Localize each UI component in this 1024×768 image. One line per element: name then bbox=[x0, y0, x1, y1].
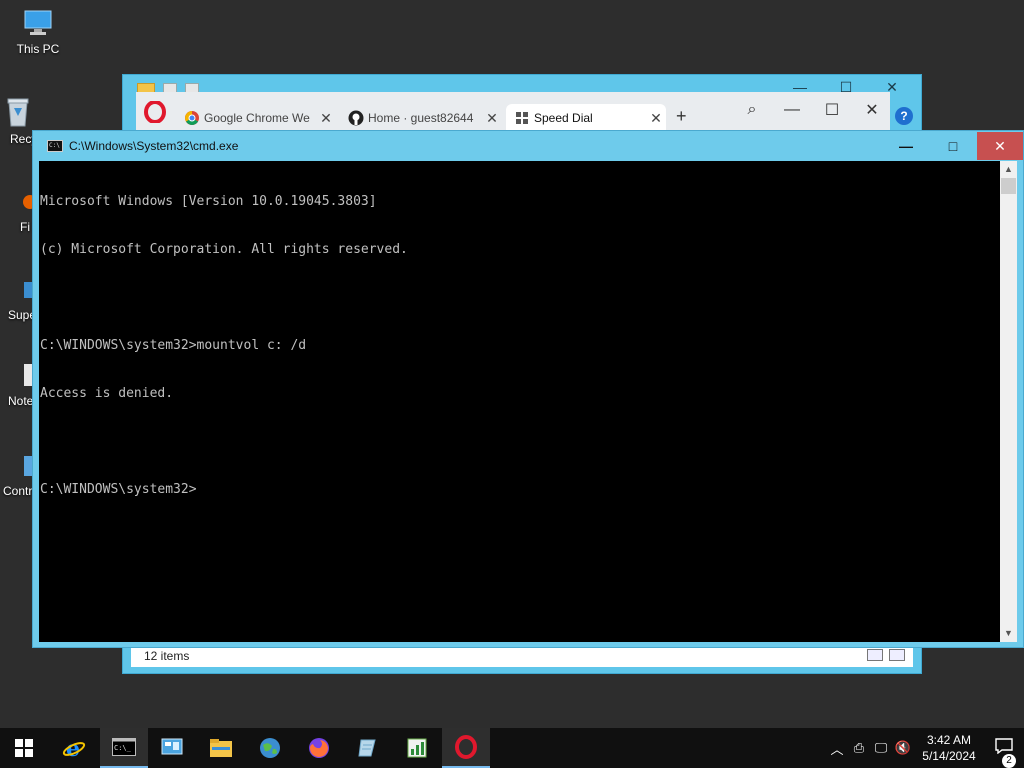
close-icon[interactable]: ✕ bbox=[862, 100, 882, 120]
minimize-icon[interactable]: — bbox=[782, 101, 802, 119]
volume-muted-icon[interactable]: 🔇 bbox=[892, 740, 914, 756]
item-count: 12 items bbox=[144, 649, 190, 663]
console-output[interactable]: Microsoft Windows [Version 10.0.19045.38… bbox=[39, 161, 1000, 642]
notepad-app-icon bbox=[358, 739, 376, 757]
svg-text:C:\_: C:\_ bbox=[114, 744, 132, 752]
clock-time: 3:42 AM bbox=[926, 733, 972, 747]
tab-github-home[interactable]: Home · guest82644 ✕ bbox=[340, 104, 502, 132]
system-tray: ︿ ⎙ 🖵 🔇 3:42 AM 5/14/2024 2 bbox=[826, 728, 1024, 768]
clock[interactable]: 3:42 AM 5/14/2024 bbox=[914, 732, 984, 764]
opera-window-controls: ⌕ — ☐ ✕ bbox=[742, 100, 882, 120]
notification-count-badge: 2 bbox=[1002, 753, 1016, 768]
taskbar-control-panel[interactable] bbox=[148, 728, 196, 768]
vertical-scrollbar[interactable]: ▲ ▼ bbox=[1000, 161, 1017, 642]
minimize-button[interactable]: — bbox=[883, 132, 929, 160]
clock-date: 5/14/2024 bbox=[922, 749, 976, 763]
console-prompt-line[interactable]: C:\WINDOWS\system32> bbox=[40, 482, 1000, 498]
tab-close-icon[interactable]: ✕ bbox=[646, 110, 666, 127]
tab-label: Home · guest82644 bbox=[368, 111, 474, 125]
taskbar-chart-app[interactable] bbox=[393, 728, 441, 768]
cmd-window-icon[interactable] bbox=[47, 140, 63, 152]
tab-close-icon[interactable]: ✕ bbox=[316, 110, 336, 127]
notification-icon bbox=[995, 737, 1013, 754]
tab-google-chrome[interactable]: Google Chrome We ✕ bbox=[176, 104, 336, 132]
start-windows-icon bbox=[15, 739, 33, 757]
tab-speed-dial[interactable]: Speed Dial ✕ bbox=[506, 104, 666, 132]
search-tabs-icon[interactable]: ⌕ bbox=[742, 101, 762, 119]
meet-now-icon[interactable]: ⎙ bbox=[848, 740, 870, 756]
command-prompt-window[interactable]: C:\Windows\System32\cmd.exe — □ ✕ Micros… bbox=[32, 130, 1024, 648]
show-hidden-icons-chevron-icon[interactable]: ︿ bbox=[826, 739, 848, 758]
opera-icon bbox=[455, 735, 477, 759]
chrome-icon bbox=[185, 111, 199, 125]
new-tab-button[interactable]: + bbox=[676, 106, 687, 127]
tab-close-icon[interactable]: ✕ bbox=[482, 110, 502, 127]
opera-logo-icon[interactable] bbox=[144, 101, 166, 123]
taskbar-opera[interactable] bbox=[442, 728, 490, 768]
desktop-icon-label: This PC bbox=[16, 42, 60, 56]
scrollbar-thumb[interactable] bbox=[1001, 178, 1016, 194]
file-explorer-icon bbox=[210, 739, 232, 757]
maximize-icon[interactable]: ☐ bbox=[822, 100, 842, 120]
network-globe-icon bbox=[260, 738, 280, 758]
details-view-icon[interactable] bbox=[867, 649, 883, 661]
desktop-icon-this-pc[interactable]: This PC bbox=[2, 8, 74, 56]
start-button[interactable] bbox=[0, 728, 48, 768]
github-icon bbox=[348, 110, 364, 126]
control-panel-icon bbox=[161, 738, 183, 755]
console-line: (c) Microsoft Corporation. All rights re… bbox=[40, 242, 408, 257]
maximize-button[interactable]: □ bbox=[930, 132, 976, 160]
taskbar-command-prompt[interactable]: C:\_ bbox=[100, 728, 148, 768]
help-button[interactable]: ? bbox=[895, 107, 913, 125]
taskbar: e C:\_ ︿ ⎙ 🖵 🔇 3:42 AM 5/14/2024 2 bbox=[0, 728, 1024, 768]
taskbar-notepad[interactable] bbox=[344, 728, 392, 768]
tab-label: Google Chrome We bbox=[204, 111, 310, 125]
tab-label: Speed Dial bbox=[534, 111, 593, 125]
action-center-button[interactable]: 2 bbox=[984, 737, 1024, 768]
scroll-down-icon[interactable]: ▼ bbox=[1000, 625, 1017, 642]
speed-dial-icon bbox=[516, 112, 528, 124]
taskbar-file-explorer[interactable] bbox=[197, 728, 245, 768]
scroll-up-icon[interactable]: ▲ bbox=[1000, 161, 1017, 178]
close-button[interactable]: ✕ bbox=[977, 132, 1023, 160]
opera-browser-window[interactable]: Google Chrome We ✕ Home · guest82644 ✕ S… bbox=[136, 92, 890, 132]
this-pc-icon bbox=[24, 10, 52, 35]
firefox-icon bbox=[309, 738, 329, 758]
recycle-bin-icon bbox=[7, 98, 29, 127]
network-icon[interactable]: 🖵 bbox=[870, 740, 892, 756]
console-line: Microsoft Windows [Version 10.0.19045.38… bbox=[40, 194, 377, 209]
command-prompt-icon: C:\_ bbox=[112, 738, 136, 756]
internet-explorer-icon: e bbox=[62, 736, 86, 760]
taskbar-firefox[interactable] bbox=[295, 728, 343, 768]
taskbar-network-globe[interactable] bbox=[246, 728, 294, 768]
view-switcher bbox=[867, 649, 905, 661]
explorer-status-bar: 12 items bbox=[131, 645, 913, 667]
large-icons-view-icon[interactable] bbox=[889, 649, 905, 661]
console-line: Access is denied. bbox=[40, 386, 174, 401]
taskbar-internet-explorer[interactable]: e bbox=[50, 728, 98, 768]
chart-app-icon bbox=[407, 738, 427, 758]
cmd-title-bar[interactable]: C:\Windows\System32\cmd.exe — □ ✕ bbox=[33, 131, 1023, 161]
window-title: C:\Windows\System32\cmd.exe bbox=[69, 139, 239, 153]
console-line: C:\WINDOWS\system32>mountvol c: /d bbox=[40, 338, 307, 353]
